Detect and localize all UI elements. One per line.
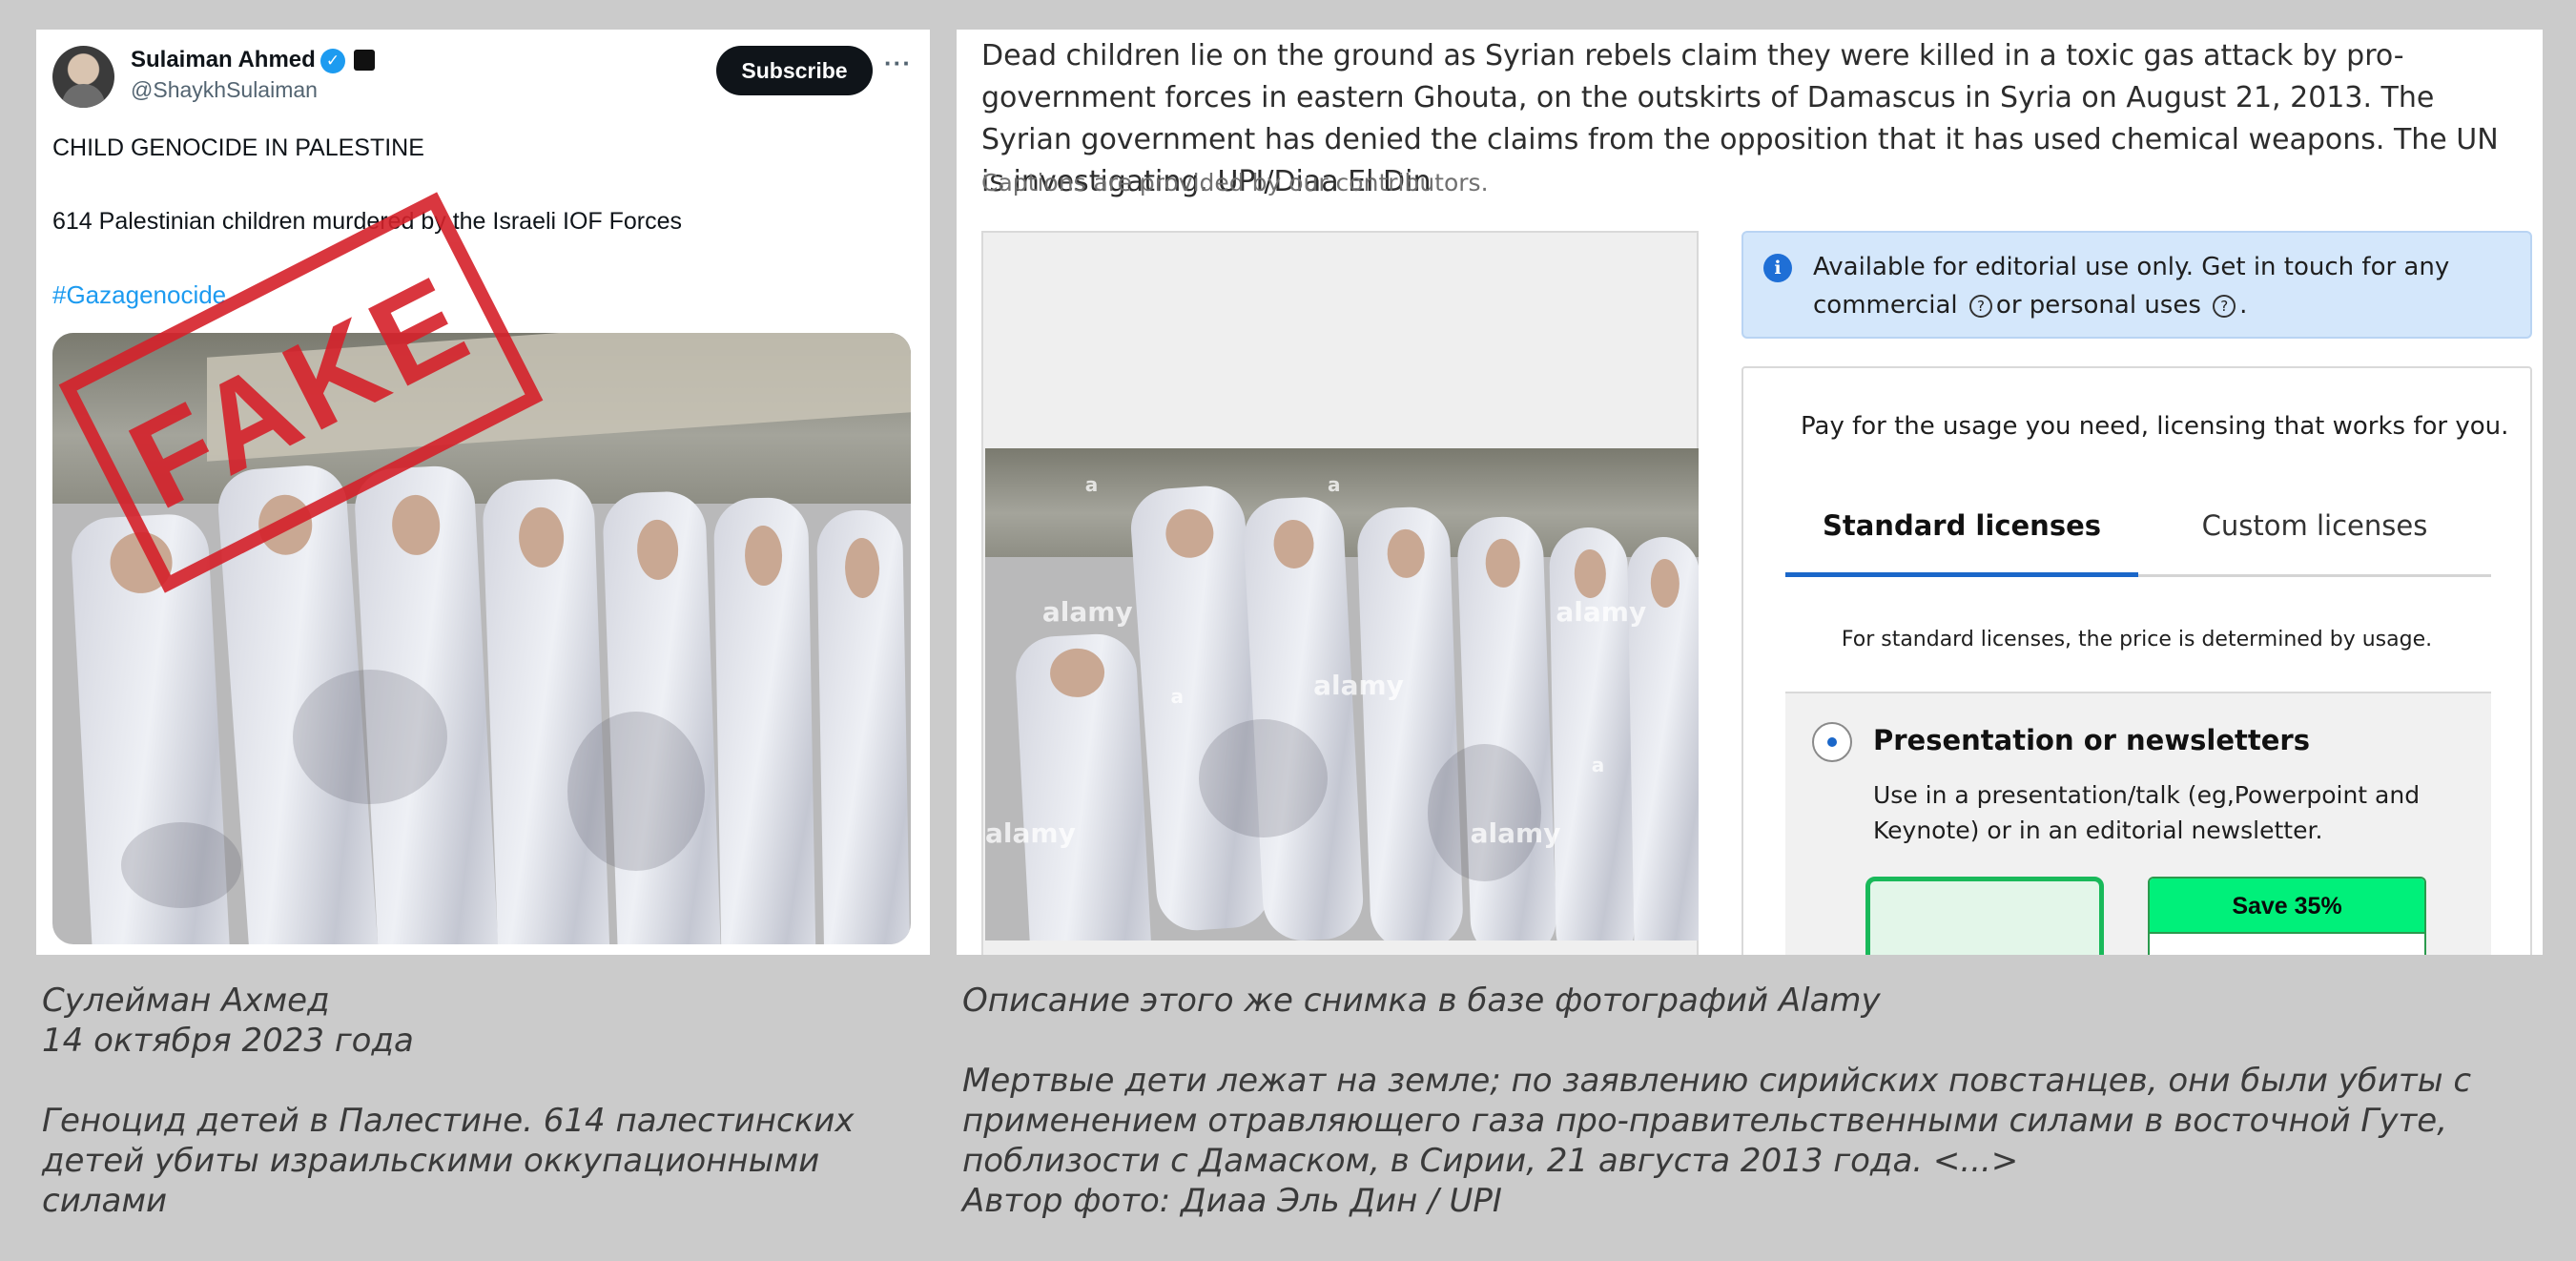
standard-license-note: For standard licenses, the price is dete… bbox=[1841, 628, 2433, 651]
shrouded-figure bbox=[1242, 494, 1366, 941]
image-viewer[interactable]: alamy alamy alamy alamy alamy a a a a bbox=[981, 231, 1699, 955]
caption-ru-left: Сулейман Ахмед 14 октября 2023 года Гено… bbox=[42, 982, 855, 1220]
photo-shade bbox=[293, 669, 447, 804]
stock-photo[interactable]: alamy alamy alamy alamy alamy a a a a bbox=[985, 448, 1699, 941]
alamy-panel: Dead children lie on the ground as Syria… bbox=[957, 30, 2543, 955]
license-panel: Pay for the usage you need, licensing th… bbox=[1741, 366, 2532, 955]
presentation-radio[interactable] bbox=[1812, 722, 1852, 762]
editorial-notice: i Available for editorial use only. Get … bbox=[1741, 231, 2532, 339]
tweet-panel: Sulaiman Ahmed ✓ @ShaykhSulaiman Subscri… bbox=[36, 30, 930, 955]
verified-badge-icon: ✓ bbox=[320, 49, 345, 73]
photo-shade bbox=[121, 821, 241, 908]
watermark-text: alamy bbox=[985, 817, 1076, 849]
watermark-text: alamy bbox=[1470, 817, 1561, 849]
watermark-mark: a bbox=[1084, 472, 1099, 496]
more-options-icon[interactable]: ··· bbox=[884, 49, 912, 78]
editorial-notice-text: Available for editorial use only. Get in… bbox=[1813, 248, 2519, 324]
contributors-note: Captions are provided by our contributor… bbox=[981, 169, 1489, 196]
watermark-text: alamy bbox=[1556, 595, 1647, 628]
option-title: Presentation or newsletters bbox=[1873, 724, 2310, 756]
notice-text-part2: or personal uses bbox=[1995, 291, 2201, 320]
notice-text-end: . bbox=[2239, 291, 2248, 320]
shrouded-figure bbox=[713, 497, 818, 944]
shrouded-figure bbox=[482, 477, 613, 944]
tab-standard-licenses[interactable]: Standard licenses bbox=[1785, 509, 2138, 542]
avatar[interactable] bbox=[52, 46, 114, 108]
subscribe-button[interactable]: Subscribe bbox=[716, 46, 873, 95]
watermark-mark: a bbox=[1591, 753, 1605, 776]
photo-shade bbox=[567, 712, 705, 872]
shrouded-figure bbox=[816, 509, 911, 944]
watermark-text: alamy bbox=[1041, 595, 1133, 628]
tweet-text-line1: CHILD GENOCIDE IN PALESTINE bbox=[52, 134, 424, 161]
affiliation-badge-icon bbox=[354, 50, 375, 71]
license-heading: Pay for the usage you need, licensing th… bbox=[1801, 412, 2509, 441]
license-option-presentation[interactable]: Presentation or newsletters Use in a pre… bbox=[1785, 692, 2491, 955]
photo-shade bbox=[1427, 743, 1542, 882]
price-card-selected[interactable] bbox=[1865, 877, 2104, 955]
author-name[interactable]: Sulaiman Ahmed bbox=[131, 47, 316, 73]
watermark-mark: a bbox=[1170, 684, 1184, 708]
tab-custom-licenses[interactable]: Custom licenses bbox=[2138, 509, 2491, 542]
help-icon[interactable]: ? bbox=[2213, 295, 2236, 318]
save-badge: Save 35% bbox=[2150, 879, 2424, 934]
info-icon: i bbox=[1763, 254, 1792, 282]
shrouded-figure bbox=[1013, 631, 1159, 941]
shrouded-figure bbox=[1355, 506, 1465, 941]
author-handle[interactable]: @ShaykhSulaiman bbox=[131, 77, 318, 103]
shrouded-figure bbox=[1548, 526, 1636, 941]
price-card-save[interactable]: Save 35% bbox=[2148, 877, 2426, 955]
hashtag-link[interactable]: #Gazagenocide bbox=[52, 280, 226, 310]
photo-shade bbox=[1199, 718, 1329, 837]
help-icon[interactable]: ? bbox=[1968, 295, 1992, 318]
option-description: Use in a presentation/talk (eg,Powerpoin… bbox=[1873, 781, 2421, 844]
watermark-mark: a bbox=[1328, 472, 1341, 496]
watermark-text: alamy bbox=[1313, 670, 1404, 702]
caption-ru-right: Описание этого же снимка в базе фотограф… bbox=[962, 982, 2472, 1220]
active-tab-indicator bbox=[1785, 572, 2138, 577]
